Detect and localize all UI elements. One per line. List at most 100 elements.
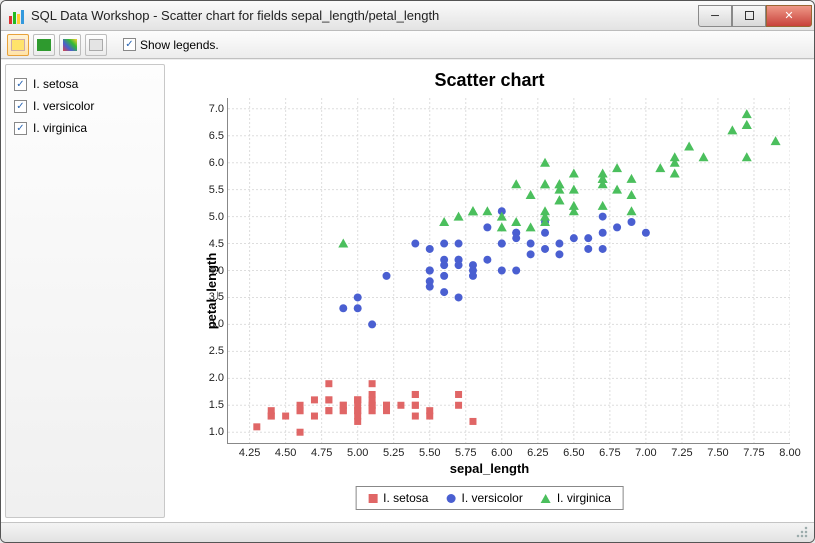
data-point[interactable]: [383, 272, 391, 280]
data-point[interactable]: [354, 293, 362, 301]
data-point[interactable]: [383, 402, 390, 409]
data-point[interactable]: [598, 201, 608, 210]
data-point[interactable]: [599, 229, 607, 237]
data-point[interactable]: [411, 240, 419, 248]
resize-grip-icon[interactable]: [796, 526, 810, 540]
data-point[interactable]: [412, 402, 419, 409]
toolbar-btn-yellow[interactable]: [7, 34, 29, 56]
data-point[interactable]: [627, 218, 635, 226]
data-point[interactable]: [569, 201, 579, 210]
data-point[interactable]: [397, 402, 404, 409]
data-point[interactable]: [541, 229, 549, 237]
data-point[interactable]: [440, 272, 448, 280]
data-point[interactable]: [599, 245, 607, 253]
data-point[interactable]: [483, 223, 491, 231]
toolbar-btn-green[interactable]: [33, 34, 55, 56]
data-point[interactable]: [297, 429, 304, 436]
data-point[interactable]: [297, 407, 304, 414]
sidebar-item-setosa[interactable]: ✓ I. setosa: [14, 73, 156, 95]
data-point[interactable]: [526, 190, 536, 199]
data-point[interactable]: [613, 223, 621, 231]
data-point[interactable]: [454, 212, 464, 221]
data-point[interactable]: [440, 256, 448, 264]
data-point[interactable]: [426, 245, 434, 253]
data-point[interactable]: [626, 190, 636, 199]
show-legends-checkbox[interactable]: ✓ Show legends.: [123, 38, 219, 52]
data-point[interactable]: [599, 213, 607, 221]
data-point[interactable]: [469, 267, 477, 275]
data-point[interactable]: [626, 174, 636, 183]
data-point[interactable]: [584, 245, 592, 253]
data-point[interactable]: [554, 195, 564, 204]
data-point[interactable]: [541, 245, 549, 253]
data-point[interactable]: [584, 234, 592, 242]
data-point[interactable]: [527, 250, 535, 258]
data-point[interactable]: [455, 261, 463, 269]
data-point[interactable]: [339, 304, 347, 312]
data-point[interactable]: [511, 179, 521, 188]
data-point[interactable]: [655, 163, 665, 172]
data-point[interactable]: [512, 234, 520, 242]
data-point[interactable]: [642, 229, 650, 237]
data-point[interactable]: [311, 413, 318, 420]
data-point[interactable]: [426, 267, 434, 275]
data-point[interactable]: [727, 125, 737, 134]
data-point[interactable]: [455, 240, 463, 248]
data-point[interactable]: [511, 217, 521, 226]
data-point[interactable]: [368, 320, 376, 328]
data-point[interactable]: [684, 142, 694, 151]
data-point[interactable]: [325, 396, 332, 403]
data-point[interactable]: [498, 267, 506, 275]
data-point[interactable]: [455, 391, 462, 398]
titlebar[interactable]: SQL Data Workshop - Scatter chart for fi…: [1, 1, 814, 31]
data-point[interactable]: [540, 179, 550, 188]
data-point[interactable]: [369, 380, 376, 387]
data-point[interactable]: [311, 396, 318, 403]
data-point[interactable]: [497, 222, 507, 231]
sidebar-item-versicolor[interactable]: ✓ I. versicolor: [14, 95, 156, 117]
minimize-button[interactable]: ─: [698, 5, 732, 27]
data-point[interactable]: [325, 380, 332, 387]
data-point[interactable]: [440, 240, 448, 248]
data-point[interactable]: [426, 283, 434, 291]
data-point[interactable]: [253, 423, 260, 430]
data-point[interactable]: [742, 109, 752, 118]
data-point[interactable]: [612, 163, 622, 172]
data-point[interactable]: [455, 402, 462, 409]
data-point[interactable]: [412, 391, 419, 398]
data-point[interactable]: [771, 136, 781, 145]
data-point[interactable]: [498, 240, 506, 248]
data-point[interactable]: [354, 304, 362, 312]
data-point[interactable]: [338, 239, 348, 248]
plot-region[interactable]: 4.254.504.755.005.255.505.756.006.256.50…: [227, 98, 790, 444]
data-point[interactable]: [426, 413, 433, 420]
data-point[interactable]: [742, 120, 752, 129]
data-point[interactable]: [699, 152, 709, 161]
data-point[interactable]: [570, 234, 578, 242]
data-point[interactable]: [439, 217, 449, 226]
data-point[interactable]: [482, 206, 492, 215]
data-point[interactable]: [440, 288, 448, 296]
data-point[interactable]: [354, 407, 361, 414]
data-point[interactable]: [555, 240, 563, 248]
data-point[interactable]: [742, 152, 752, 161]
data-point[interactable]: [340, 407, 347, 414]
data-point[interactable]: [412, 413, 419, 420]
data-point[interactable]: [455, 293, 463, 301]
data-point[interactable]: [282, 413, 289, 420]
close-button[interactable]: ✕: [766, 5, 812, 27]
toolbar-btn-multi[interactable]: [59, 34, 81, 56]
data-point[interactable]: [469, 418, 476, 425]
data-point[interactable]: [670, 168, 680, 177]
data-point[interactable]: [512, 267, 520, 275]
data-point[interactable]: [626, 206, 636, 215]
data-point[interactable]: [555, 250, 563, 258]
data-point[interactable]: [325, 407, 332, 414]
data-point[interactable]: [354, 396, 361, 403]
toolbar-btn-gray[interactable]: [85, 34, 107, 56]
data-point[interactable]: [526, 222, 536, 231]
data-point[interactable]: [268, 413, 275, 420]
maximize-button[interactable]: [732, 5, 766, 27]
data-point[interactable]: [468, 206, 478, 215]
sidebar-item-virginica[interactable]: ✓ I. virginica: [14, 117, 156, 139]
